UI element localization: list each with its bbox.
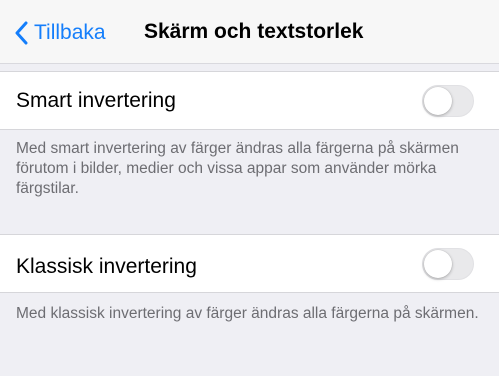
smart-invert-toggle[interactable] bbox=[422, 85, 474, 117]
page-title: Skärm och textstorlek bbox=[144, 20, 364, 43]
smart-invert-row: Smart invertering bbox=[0, 71, 499, 130]
classic-invert-label: Klassisk invertering bbox=[16, 255, 197, 278]
chevron-left-icon bbox=[15, 21, 28, 45]
classic-invert-footer: Med klassisk invertering av färger ändra… bbox=[16, 305, 479, 322]
toggle-knob bbox=[424, 250, 452, 278]
classic-invert-row: Klassisk invertering bbox=[0, 234, 499, 293]
classic-invert-toggle[interactable] bbox=[422, 248, 474, 280]
smart-invert-footer: Med smart invertering av färger ändras a… bbox=[16, 140, 459, 197]
smart-invert-label: Smart invertering bbox=[16, 89, 176, 112]
navigation-bar: Tillbaka Skärm och textstorlek bbox=[0, 0, 499, 64]
toggle-knob bbox=[424, 87, 452, 115]
screen: Tillbaka Skärm och textstorlek Smart inv… bbox=[0, 0, 499, 376]
back-button[interactable]: Tillbaka bbox=[14, 18, 106, 48]
back-button-label: Tillbaka bbox=[34, 21, 106, 44]
